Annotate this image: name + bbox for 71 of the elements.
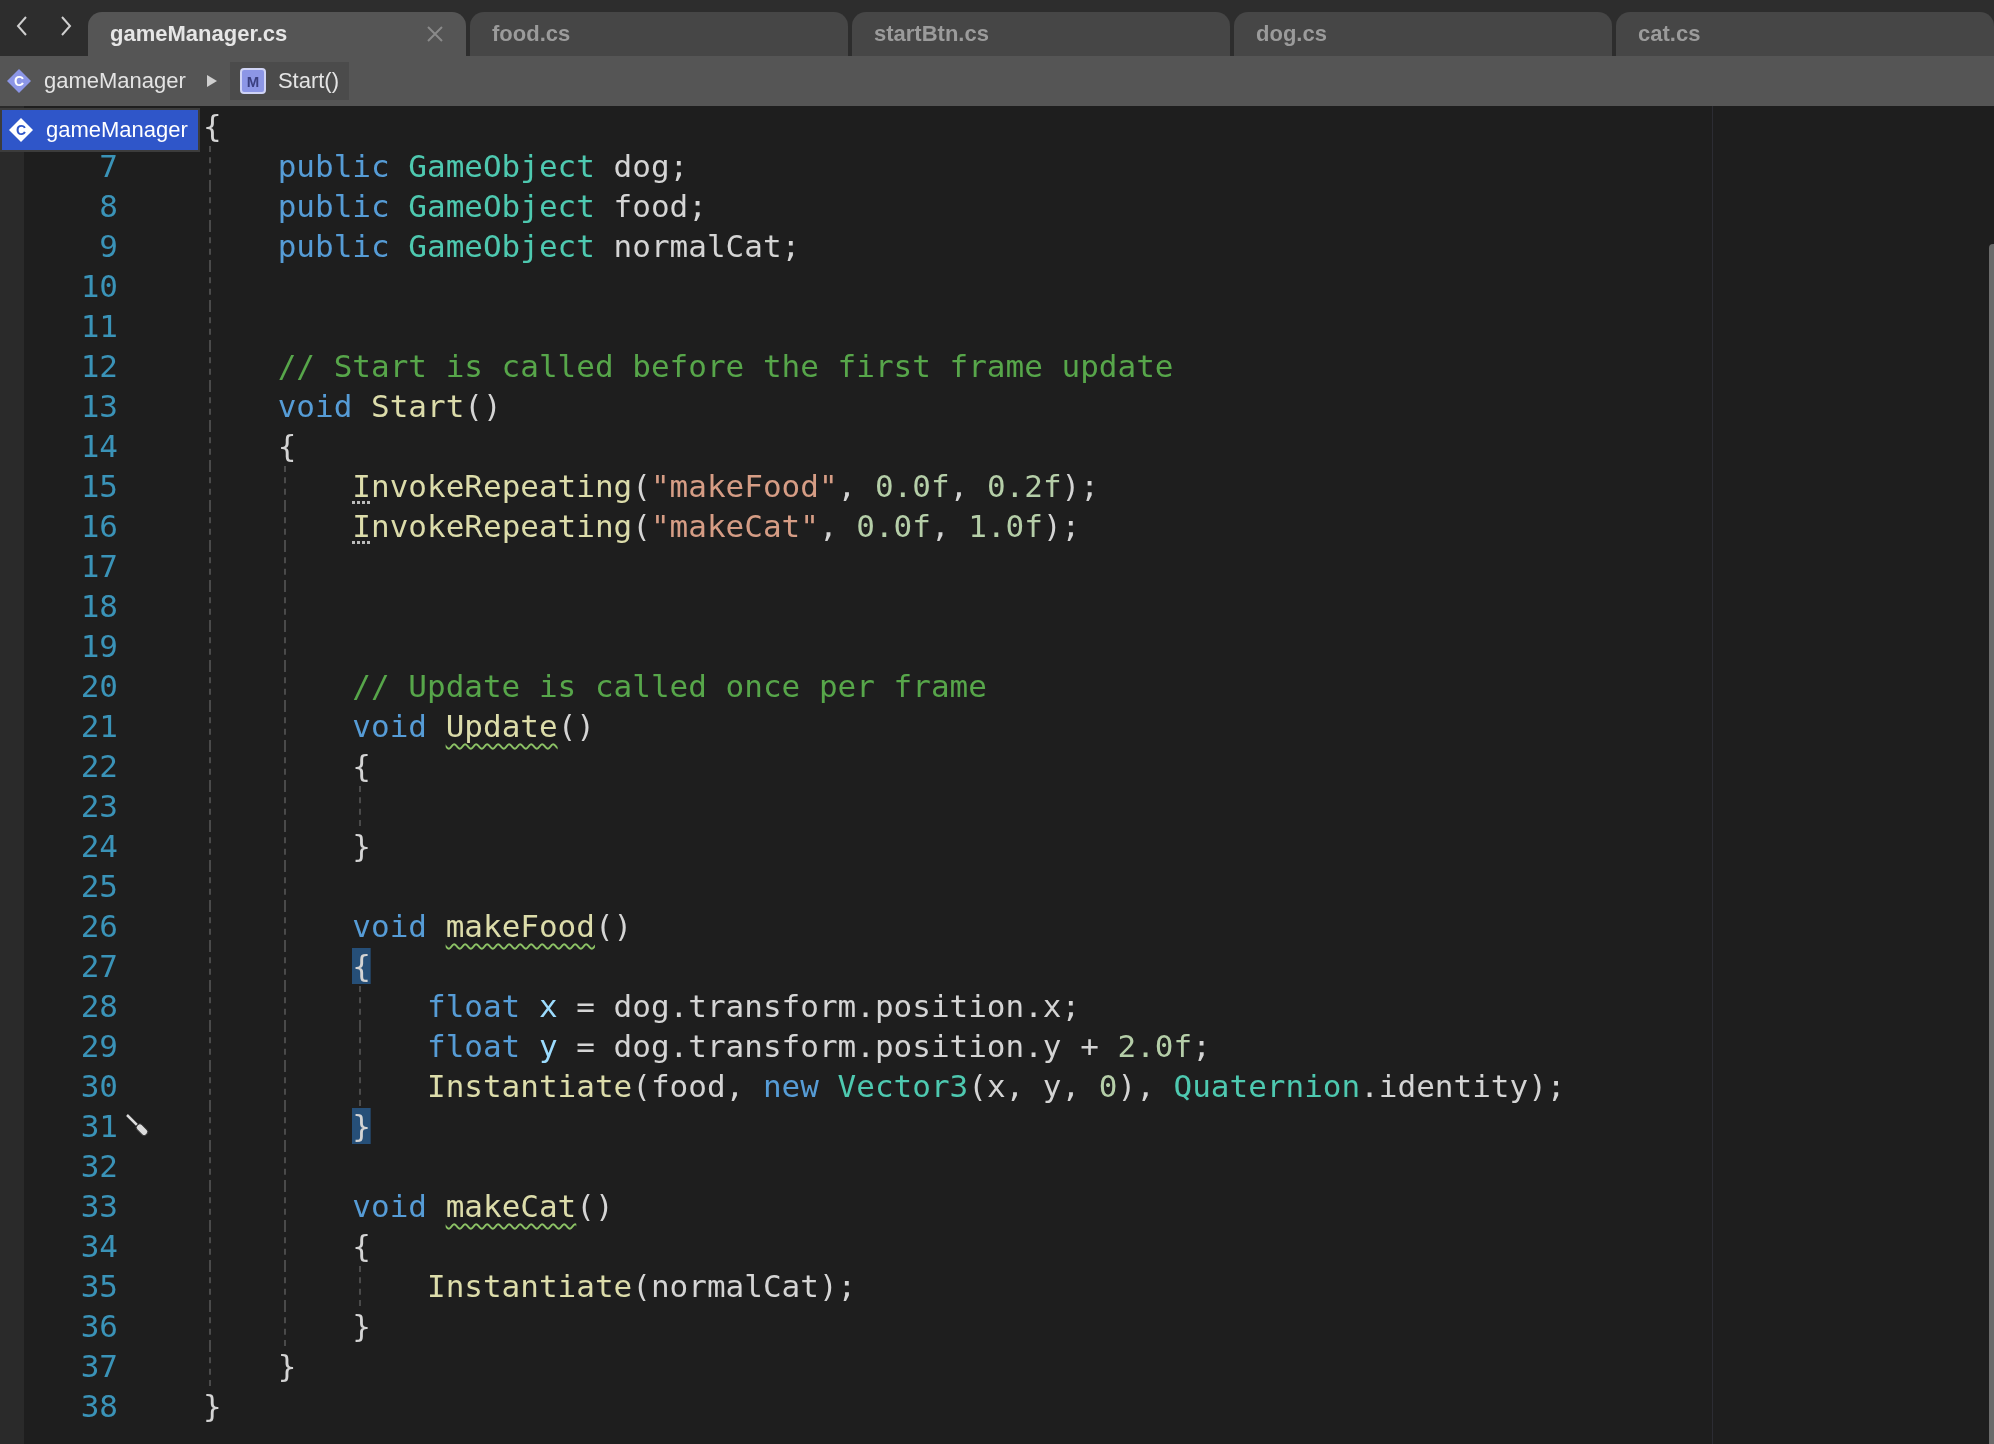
file-tab[interactable]: cat.cs bbox=[1616, 12, 1994, 56]
line-number: 36 bbox=[79, 1308, 118, 1344]
code-line: Instantiate(food, new Vector3(x, y, 0), Quaternion.identity); bbox=[425, 1068, 1566, 1104]
breadcrumb-item[interactable]: C gameManager bbox=[6, 62, 194, 100]
file-tab[interactable]: startBtn.cs bbox=[852, 12, 1230, 56]
code-line: { bbox=[276, 428, 297, 464]
line-number: 8 bbox=[98, 188, 118, 224]
code-line: InvokeRepeating("makeCat", 0.0f, 1.0f); bbox=[203, 508, 1081, 544]
line-number: 14 bbox=[79, 428, 118, 464]
line-number: 34 bbox=[79, 1228, 118, 1264]
screwdriver-icon bbox=[125, 1113, 151, 1139]
line-number: 35 bbox=[79, 1268, 118, 1304]
class-icon: C bbox=[8, 117, 34, 143]
line-number: 38 bbox=[79, 1388, 118, 1424]
code-line: { bbox=[351, 748, 371, 784]
line-number: 23 bbox=[79, 788, 118, 824]
line-number: 20 bbox=[79, 668, 118, 704]
code-line: void makeCat() bbox=[351, 1188, 614, 1224]
line-number: 16 bbox=[79, 508, 118, 544]
dropdown-item[interactable]: C gameManager bbox=[0, 108, 200, 152]
line-number: 37 bbox=[79, 1348, 118, 1384]
code-line: { bbox=[203, 108, 222, 144]
line-number: 9 bbox=[98, 228, 118, 264]
line-number: 21 bbox=[79, 708, 118, 744]
method-icon: M bbox=[239, 68, 266, 94]
code-line: public GameObject normalCat; bbox=[276, 228, 801, 264]
line-number: 29 bbox=[79, 1028, 118, 1064]
dropdown-label: gameManager bbox=[46, 117, 188, 143]
code-line: public GameObject dog; bbox=[276, 148, 689, 184]
code-line: // Update is called once per frame bbox=[351, 668, 987, 704]
file-tab[interactable]: food.cs bbox=[470, 12, 848, 56]
code-line: void makeFood() bbox=[351, 908, 633, 944]
forward-icon[interactable] bbox=[59, 15, 73, 37]
line-number: 32 bbox=[79, 1148, 118, 1184]
line-number: 27 bbox=[79, 948, 118, 984]
triangle-icon bbox=[205, 74, 218, 88]
file-tab[interactable]: dog.cs bbox=[1234, 12, 1612, 56]
scrollbar[interactable] bbox=[1989, 244, 1994, 1444]
line-number: 31 bbox=[79, 1108, 118, 1144]
line-number: 26 bbox=[79, 908, 118, 944]
code-line: } bbox=[351, 1308, 371, 1344]
line-number: 30 bbox=[79, 1068, 118, 1104]
line-number: 33 bbox=[79, 1188, 118, 1224]
code-line: float y = dog.transform.position.y + 2.0f; bbox=[425, 1028, 1211, 1064]
line-number: 11 bbox=[79, 308, 118, 344]
code-line: float x = dog.transform.position.x; bbox=[425, 988, 1081, 1024]
code-line: public GameObject food; bbox=[276, 188, 707, 224]
code-line: { bbox=[351, 1228, 371, 1264]
back-icon[interactable] bbox=[15, 15, 29, 37]
code-line: Instantiate(normalCat); bbox=[425, 1268, 857, 1304]
code-line: InvokeRepeating("makeFood", 0.0f, 0.2f); bbox=[203, 468, 1099, 504]
line-number: 25 bbox=[79, 868, 118, 904]
code-line: } bbox=[276, 1348, 297, 1384]
breadcrumb-item[interactable]: M Start() bbox=[229, 62, 349, 100]
line-number: 13 bbox=[79, 388, 118, 424]
file-tab[interactable]: gameManager.cs bbox=[88, 12, 466, 56]
line-number: 22 bbox=[79, 748, 118, 784]
code-line: void Update() bbox=[351, 708, 595, 744]
line-number: 18 bbox=[79, 588, 118, 624]
code-line: void Start() bbox=[276, 388, 502, 424]
line-number: 28 bbox=[79, 988, 118, 1024]
code-line: } bbox=[203, 1388, 222, 1424]
code-line: } bbox=[351, 828, 371, 864]
line-number: 24 bbox=[79, 828, 118, 864]
line-number: 15 bbox=[79, 468, 118, 504]
line-number: 12 bbox=[79, 348, 118, 384]
line-number: 19 bbox=[79, 628, 118, 664]
class-icon: C bbox=[6, 68, 32, 94]
code-line: // Start is called before the first frame update bbox=[276, 348, 1174, 384]
line-number: 10 bbox=[79, 268, 118, 304]
line-number: 17 bbox=[79, 548, 118, 584]
